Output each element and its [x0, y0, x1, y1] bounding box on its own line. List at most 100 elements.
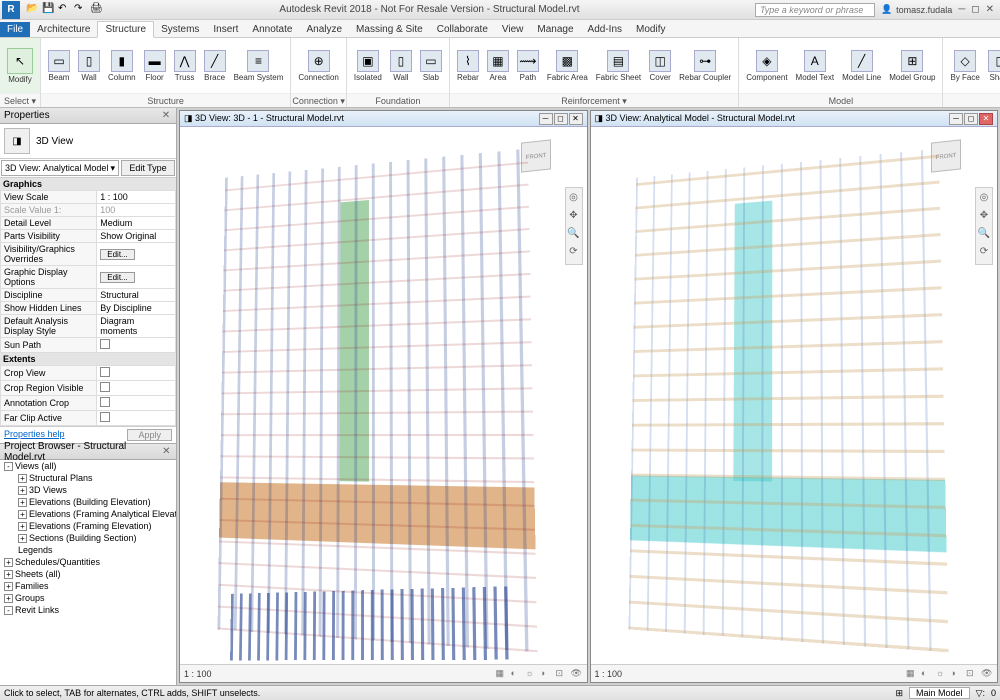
model-text-button[interactable]: AModel Text: [793, 49, 838, 83]
apply-button[interactable]: Apply: [127, 429, 172, 441]
project-browser[interactable]: -Views (all)+Structural Plans+3D Views+E…: [0, 460, 176, 685]
tree-root-item[interactable]: -Views (all): [0, 460, 176, 472]
tab-structure[interactable]: Structure: [97, 21, 154, 38]
crop-icon[interactable]: ⊡: [966, 668, 978, 680]
panel-label[interactable]: Reinforcement ▾: [450, 93, 738, 107]
prop-value[interactable]: [97, 366, 176, 381]
panel-label[interactable]: Connection ▾: [291, 93, 345, 107]
tree-root-item[interactable]: +Sheets (all): [0, 568, 176, 580]
close-icon[interactable]: ✕: [979, 113, 993, 125]
expand-icon[interactable]: +: [4, 594, 13, 603]
maximize-icon[interactable]: ◻: [554, 113, 568, 125]
tab-massing[interactable]: Massing & Site: [349, 22, 430, 37]
tab-view[interactable]: View: [495, 22, 531, 37]
pan-icon[interactable]: ✥: [567, 210, 581, 224]
shadow-icon[interactable]: ◗: [541, 668, 553, 680]
fabric-area-button[interactable]: ▩Fabric Area: [544, 49, 591, 83]
slab-button[interactable]: ▭Slab: [417, 49, 445, 83]
viewport-canvas[interactable]: FRONT ◎✥🔍⟳: [591, 127, 998, 664]
checkbox[interactable]: [100, 382, 110, 392]
panel-label[interactable]: Select ▾: [0, 93, 40, 107]
checkbox[interactable]: [100, 397, 110, 407]
tab-architecture[interactable]: Architecture: [30, 22, 97, 37]
tree-item[interactable]: +Elevations (Framing Elevation): [0, 520, 176, 532]
prop-value[interactable]: Edit...: [97, 266, 176, 289]
tree-root-item[interactable]: -Revit Links: [0, 604, 176, 616]
prop-value[interactable]: [97, 338, 176, 353]
tree-item[interactable]: Legends: [0, 544, 176, 556]
crop-icon[interactable]: ⊡: [556, 668, 568, 680]
hide-icon[interactable]: 👁: [571, 668, 583, 680]
prop-value[interactable]: Structural: [97, 289, 176, 302]
beam-button[interactable]: ▭Beam: [45, 49, 73, 83]
detail-icon[interactable]: ▦: [906, 668, 918, 680]
expand-icon[interactable]: +: [18, 474, 27, 483]
expand-icon[interactable]: +: [4, 570, 13, 579]
shadow-icon[interactable]: ◗: [951, 668, 963, 680]
tab-modify[interactable]: Modify: [629, 22, 672, 37]
tree-root-item[interactable]: +Schedules/Quantities: [0, 556, 176, 568]
tree-item[interactable]: +Structural Plans: [0, 472, 176, 484]
tab-systems[interactable]: Systems: [154, 22, 206, 37]
fabric-sheet-button[interactable]: ▤Fabric Sheet: [593, 49, 644, 83]
tree-item[interactable]: +Sections (Building Section): [0, 532, 176, 544]
isolated-button[interactable]: ▣Isolated: [351, 49, 385, 83]
user-area[interactable]: 👤 tomasz.fudala: [881, 4, 952, 15]
close-icon[interactable]: ✕: [569, 113, 583, 125]
expand-icon[interactable]: +: [18, 498, 27, 507]
cover-button[interactable]: ◫Cover: [646, 49, 674, 83]
app-logo[interactable]: R: [2, 1, 20, 19]
tab-addins[interactable]: Add-Ins: [581, 22, 629, 37]
expand-icon[interactable]: -: [4, 606, 13, 615]
prop-value[interactable]: [97, 396, 176, 411]
path-button[interactable]: ⟿Path: [514, 49, 542, 83]
prop-value[interactable]: [97, 381, 176, 396]
pan-icon[interactable]: ✥: [977, 210, 991, 224]
navigation-bar[interactable]: ◎✥🔍⟳: [565, 187, 583, 265]
orbit-icon[interactable]: ⟳: [567, 246, 581, 260]
component-button[interactable]: ◈Component: [743, 49, 790, 83]
properties-header[interactable]: Properties ✕: [0, 108, 176, 124]
minimize-icon[interactable]: ─: [958, 4, 965, 15]
tab-analyze[interactable]: Analyze: [299, 22, 349, 37]
expand-icon[interactable]: -: [4, 462, 13, 471]
steering-icon[interactable]: ◎: [567, 192, 581, 206]
area-button[interactable]: ▦Area: [484, 49, 512, 83]
expand-icon[interactable]: +: [18, 510, 27, 519]
close-icon[interactable]: ✕: [160, 110, 172, 121]
viewport-canvas[interactable]: FRONT ◎✥🔍⟳: [180, 127, 587, 664]
steering-icon[interactable]: ◎: [977, 192, 991, 206]
minimize-icon[interactable]: ─: [539, 113, 553, 125]
fdn-wall-button[interactable]: ▯Wall: [387, 49, 415, 83]
prop-value[interactable]: By Discipline: [97, 302, 176, 315]
checkbox[interactable]: [100, 367, 110, 377]
panel-label[interactable]: Foundation: [347, 93, 449, 107]
tab-file[interactable]: File: [0, 22, 30, 37]
minimize-icon[interactable]: ─: [949, 113, 963, 125]
scale-display[interactable]: 1 : 100: [595, 669, 623, 679]
tree-item[interactable]: +3D Views: [0, 484, 176, 496]
maximize-icon[interactable]: ◻: [971, 4, 979, 15]
workset-icon[interactable]: ⊞: [895, 688, 903, 699]
edit-button[interactable]: Edit...: [100, 272, 134, 283]
scale-display[interactable]: 1 : 100: [184, 669, 212, 679]
tree-root-item[interactable]: +Families: [0, 580, 176, 592]
checkbox[interactable]: [100, 339, 110, 349]
expand-icon[interactable]: +: [18, 522, 27, 531]
tree-item[interactable]: +Elevations (Building Elevation): [0, 496, 176, 508]
beam-system-button[interactable]: ≡Beam System: [231, 49, 287, 83]
prop-value[interactable]: Diagram moments: [97, 315, 176, 338]
edit-type-button[interactable]: Edit Type: [121, 160, 175, 176]
floor-button[interactable]: ▬Floor: [141, 49, 169, 83]
rebar-button[interactable]: ⌇Rebar: [454, 49, 482, 83]
model-line-button[interactable]: ╱Model Line: [839, 49, 884, 83]
tree-root-item[interactable]: +Groups: [0, 592, 176, 604]
truss-button[interactable]: ⋀Truss: [171, 49, 199, 83]
navigation-bar[interactable]: ◎✥🔍⟳: [975, 187, 993, 265]
filter-icon[interactable]: ▽:: [976, 688, 985, 699]
prop-value[interactable]: 100: [97, 204, 176, 217]
close-icon[interactable]: ✕: [986, 4, 994, 15]
type-selector[interactable]: 3D View: Analytical Model▾: [1, 160, 119, 176]
prop-value[interactable]: [97, 411, 176, 426]
prop-value[interactable]: Show Original: [97, 230, 176, 243]
